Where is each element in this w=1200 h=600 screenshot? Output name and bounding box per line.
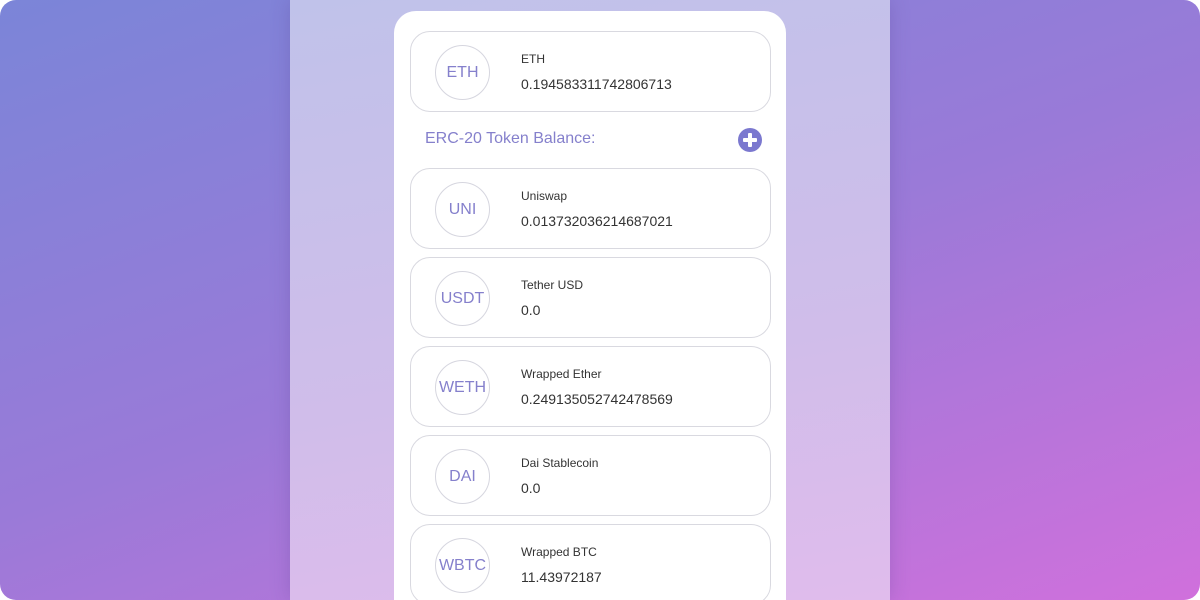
token-list-item[interactable]: UNI Uniswap 0.013732036214687021: [410, 168, 771, 249]
token-list-item[interactable]: WETH Wrapped Ether 0.249135052742478569: [410, 346, 771, 427]
token-name: Wrapped Ether: [521, 367, 602, 381]
wallet-card: ETH ETH 0.194583311742806713 ERC-20 Toke…: [394, 11, 786, 600]
token-name: Uniswap: [521, 189, 568, 203]
token-symbol-circle: DAI: [435, 449, 490, 504]
token-name: Tether USD: [521, 278, 584, 292]
token-name: Wrapped BTC: [521, 545, 597, 559]
erc20-section-title: ERC-20 Token Balance:: [425, 130, 596, 147]
token-symbol-circle: WETH: [435, 360, 490, 415]
token-balance: 0.249135052742478569: [521, 391, 673, 407]
token-balance: 0.0: [521, 302, 541, 318]
token-balance: 0.013732036214687021: [521, 213, 673, 229]
token-symbol-circle: WBTC: [435, 538, 490, 593]
token-list-item[interactable]: USDT Tether USD 0.0: [410, 257, 771, 338]
token-name: Dai Stablecoin: [521, 456, 599, 470]
add-token-button[interactable]: [738, 128, 762, 152]
token-symbol-circle: ETH: [435, 45, 490, 100]
token-name: ETH: [521, 52, 545, 66]
token-list-item[interactable]: DAI Dai Stablecoin 0.0: [410, 435, 771, 516]
token-symbol-circle: USDT: [435, 271, 490, 326]
token-list-item[interactable]: WBTC Wrapped BTC 11.43972187: [410, 524, 771, 600]
app-background: ETH ETH 0.194583311742806713 ERC-20 Toke…: [0, 0, 1200, 600]
token-balance: 11.43972187: [521, 569, 602, 585]
token-balance: 0.194583311742806713: [521, 76, 672, 92]
eth-balance-item: ETH ETH 0.194583311742806713: [410, 31, 771, 112]
token-balance: 0.0: [521, 480, 541, 496]
token-symbol-circle: UNI: [435, 182, 490, 237]
